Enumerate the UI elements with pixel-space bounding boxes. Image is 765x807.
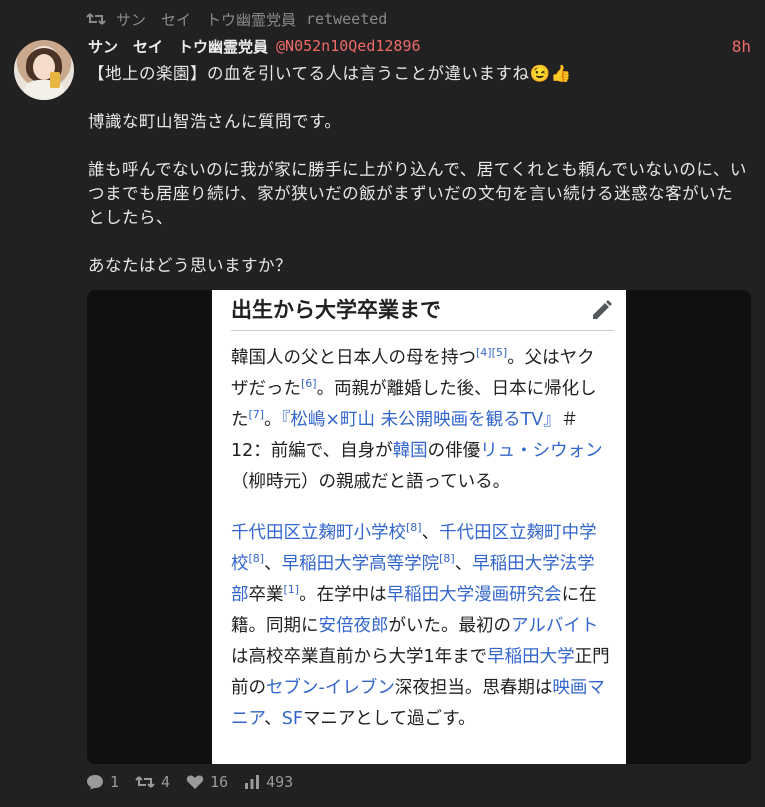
views-icon [245,775,260,789]
wiki-text: マニアとして過ごす。 [302,709,476,729]
wiki-link[interactable]: 早稲田大学漫画研究会 [387,585,562,605]
like-button[interactable]: 16 [186,773,228,791]
wiki-link[interactable]: 早稲田大学 [487,647,575,667]
citation-ref[interactable]: [7] [249,408,265,421]
wiki-divider [231,330,614,331]
wiki-section-title: 出生から大学卒業まで [231,298,441,322]
wiki-text: 。在学中は [299,585,387,605]
tweet-paragraph: 博識な町山智浩さんに質問です。 [88,112,342,131]
wiki-link[interactable]: SF [282,709,303,729]
citation-ref[interactable]: [1] [284,583,300,596]
retweet-button[interactable]: 4 [135,773,170,791]
wiki-link[interactable]: セブン-イレブン [266,678,395,698]
heart-icon [186,775,204,789]
reply-button[interactable]: 1 [86,773,119,791]
wiki-text: は高校卒業直前から大学1年まで [231,647,488,667]
retweet-icon [86,11,106,27]
tweet-timestamp[interactable]: 8h [732,37,751,56]
wiki-text: 韓国人の父と日本人の母を持つ [231,348,476,368]
retweeted-label: retweeted [306,10,388,28]
wiki-link[interactable]: アルバイト [511,616,598,636]
wiki-text: 、 [264,554,282,574]
wiki-text: の俳優 [427,441,481,461]
retweet-count: 4 [161,773,171,791]
retweet-header: サン セイ トウ幽霊党員 retweeted [86,8,387,30]
wiki-text: 、 [454,554,473,574]
citation-ref[interactable]: [5] [492,346,508,359]
user-avatar[interactable] [14,40,74,100]
reply-icon [87,775,103,790]
view-count: 493 [266,773,294,791]
retweet-icon [135,776,155,788]
wikipedia-screenshot: 出生から大学卒業まで 韓国人の父と日本人の母を持つ[4][5]。父はヤクザだった… [212,290,626,764]
citation-ref[interactable]: [8] [249,552,265,565]
tweet-actions: 1 4 16 493 [86,770,309,794]
pencil-icon [593,300,612,319]
tweet-paragraph: 誰も呼んでないのに我が家に勝手に上がり込んで、居てくれとも頼んでいないのに、いつ… [88,160,747,227]
wiki-paragraph: 韓国人の父と日本人の母を持つ[4][5]。父はヤクザだった[6]。両親が離婚した… [231,343,611,498]
tweet-paragraph: 【地上の楽園】の血を引いてる人は言うことが違いますね😉👍 [88,64,572,83]
wiki-link[interactable]: 早稲田大学高等学院 [282,554,440,574]
citation-ref[interactable]: [8] [439,552,455,565]
wiki-link[interactable]: リュ・シウォン [480,441,603,461]
wiki-text: 。 [264,410,282,430]
retweeter-name[interactable]: サン セイ トウ幽霊党員 [116,9,296,30]
attached-image[interactable]: 出生から大学卒業まで 韓国人の父と日本人の母を持つ[4][5]。父はヤクザだった… [87,290,751,764]
wiki-link[interactable]: 安倍夜郎 [319,616,389,636]
display-name[interactable]: サン セイ トウ幽霊党員 [88,36,268,57]
tweet-text: 【地上の楽園】の血を引いてる人は言うことが違いますね😉👍 博識な町山智浩さんに質… [88,62,748,302]
like-count: 16 [210,773,229,791]
citation-ref[interactable]: [4] [476,346,492,359]
wiki-link[interactable]: 韓国 [393,441,428,461]
wiki-text: （柳時元）の親戚だと語っている。 [231,472,511,492]
tweet-header: サン セイ トウ幽霊党員 @N052n10Qed12896 8h [88,35,751,57]
reply-count: 1 [110,773,120,791]
user-handle[interactable]: @N052n10Qed12896 [276,37,421,55]
wiki-text: 卒業 [248,585,284,605]
wiki-link[interactable]: 千代田区立麹町小学校 [231,523,406,543]
wiki-paragraph: 千代田区立麹町小学校[8]、千代田区立麹町中学校[8]、早稲田大学高等学院[8]… [231,518,611,735]
wiki-link[interactable]: 『松嶋×町山 未公開映画を観るTV』 [282,410,561,430]
wiki-text: 、 [264,709,282,729]
views-button[interactable]: 493 [244,773,293,791]
tweet-paragraph: あなたはどう思いますか？ [88,256,292,275]
citation-ref[interactable]: [6] [301,377,317,390]
wiki-text: 深夜担当。思春期は [394,678,553,698]
citation-ref[interactable]: [8] [406,521,422,534]
wiki-text: 、 [421,523,440,543]
wiki-text: がいた。最初の [388,616,512,636]
